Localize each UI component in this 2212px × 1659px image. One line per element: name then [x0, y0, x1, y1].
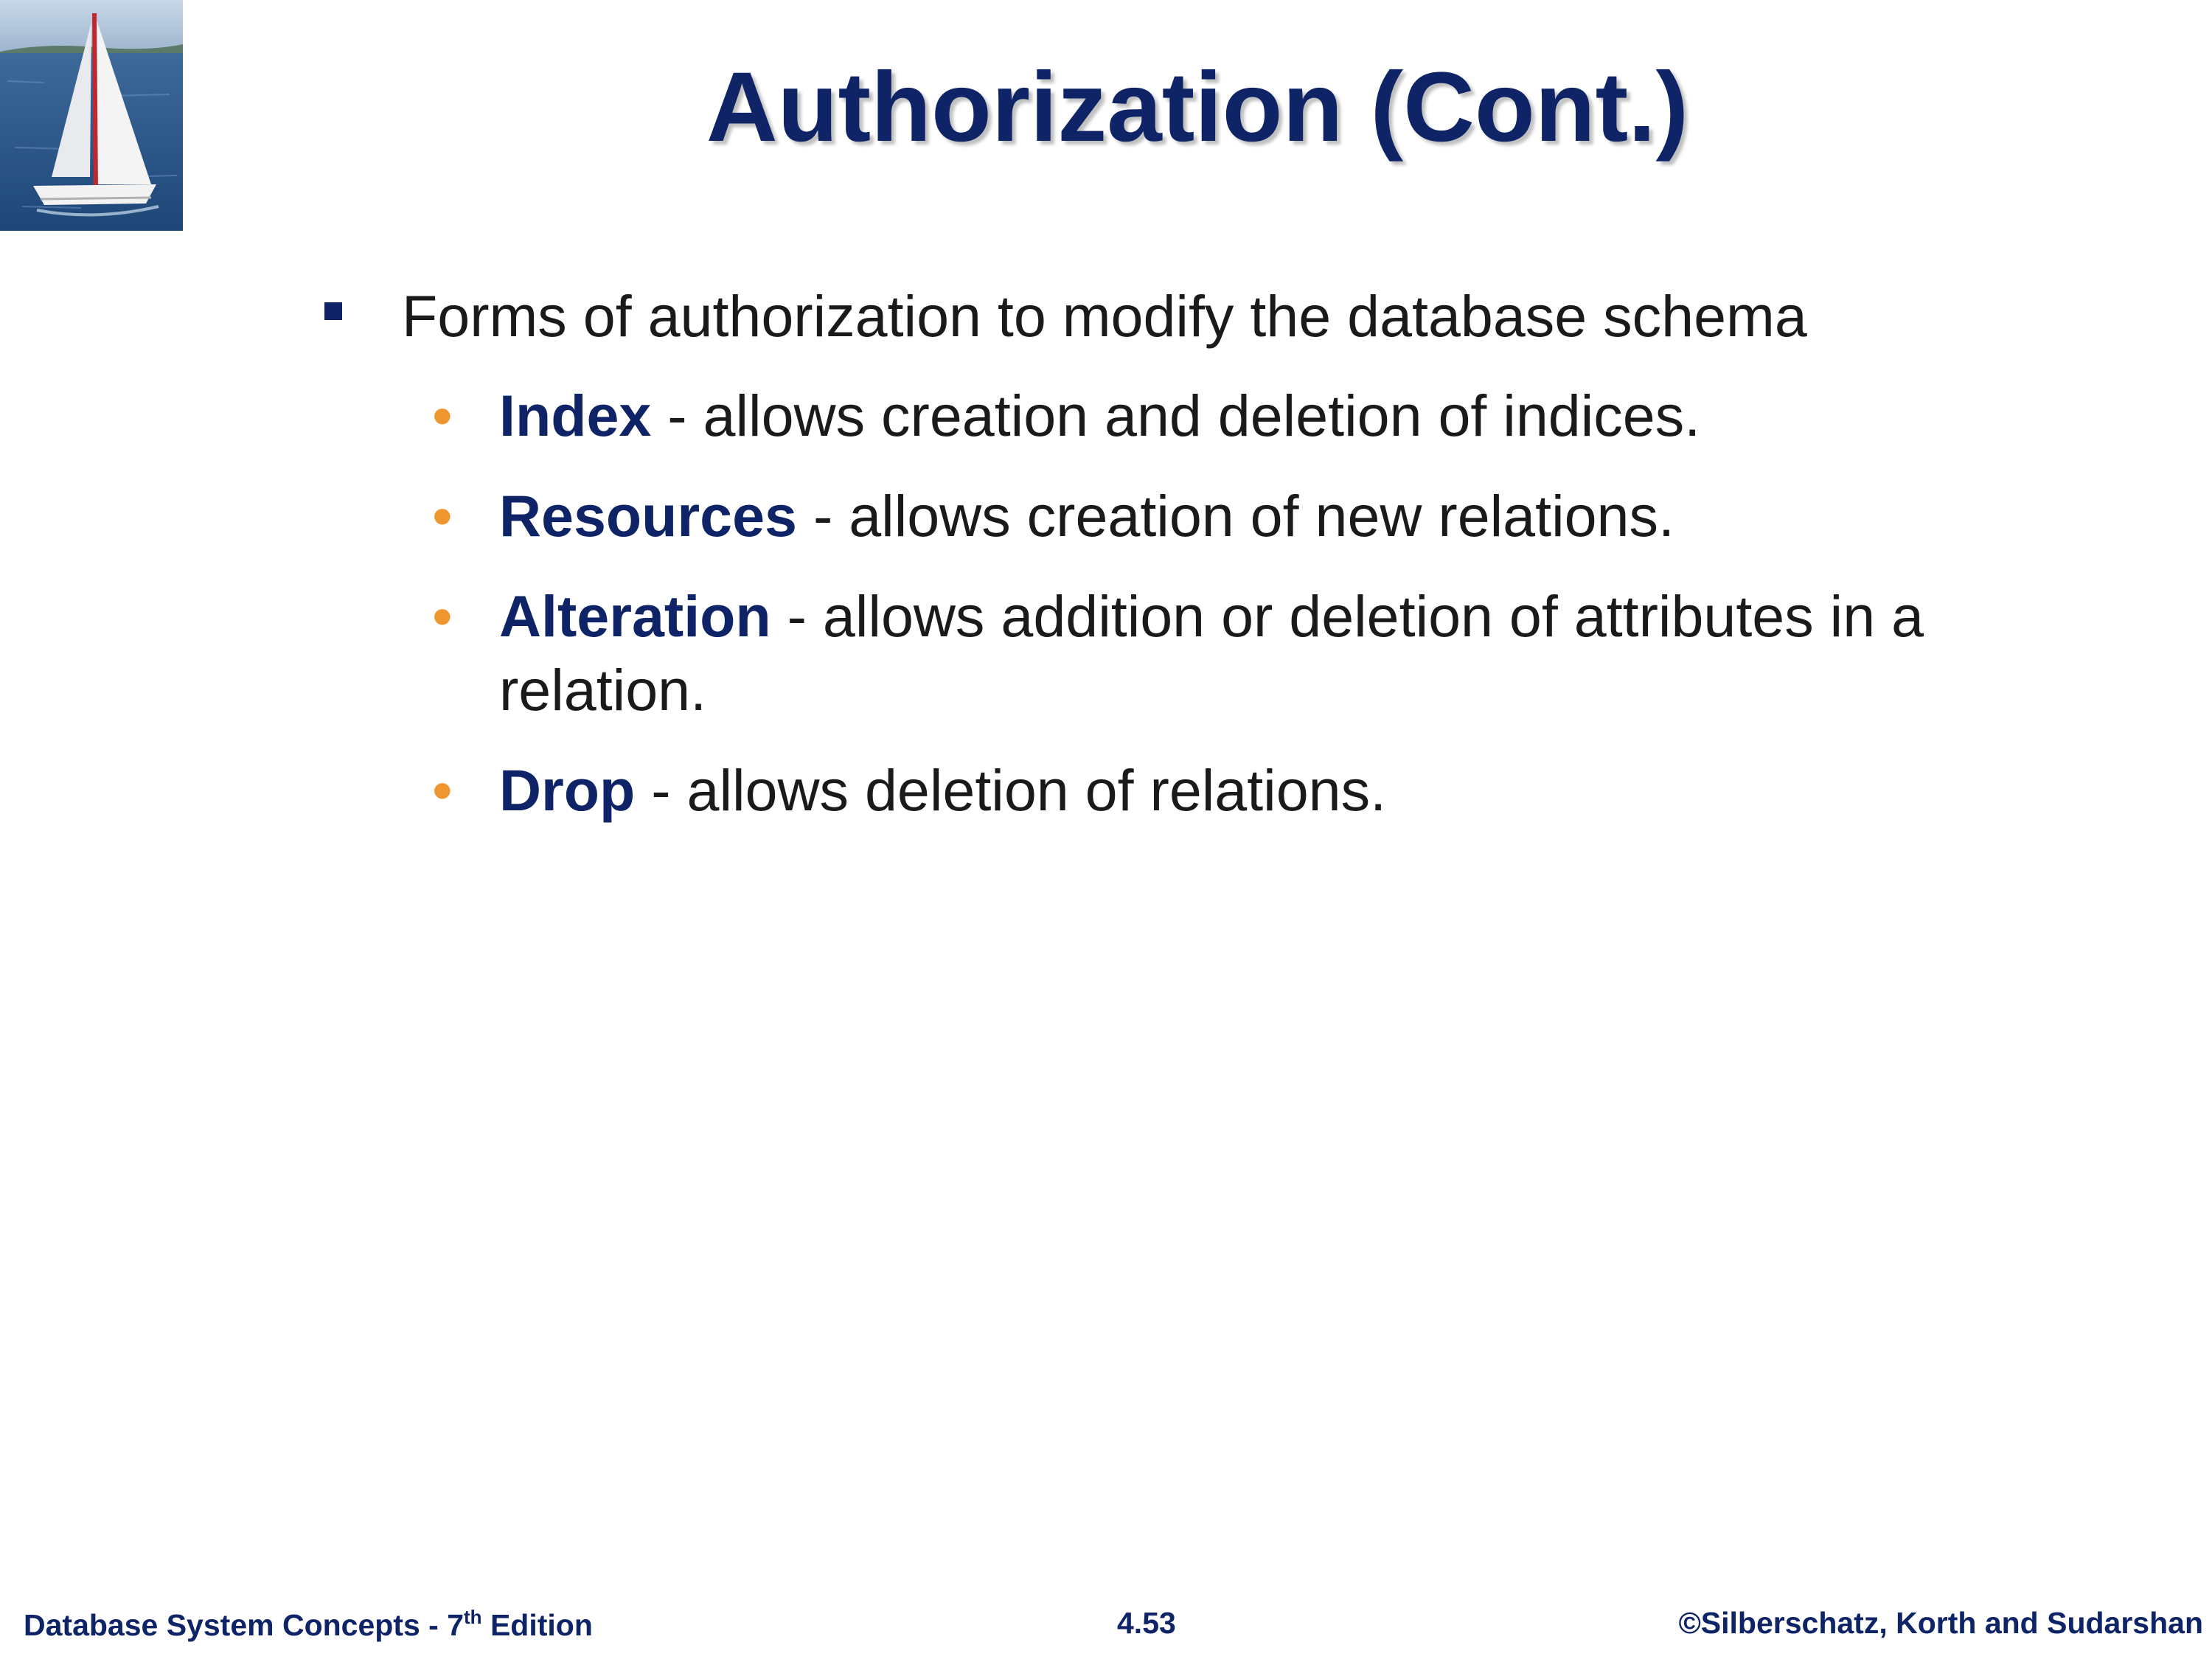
main-bullet: Forms of authorization to modify the dat… [0, 280, 2212, 352]
dot-bullet-icon: • [432, 483, 453, 549]
item-description: - allows deletion of relations. [635, 757, 1387, 823]
sailboat-logo-icon [0, 0, 183, 231]
item-term: Alteration [499, 583, 771, 649]
sub-bullet-list: • Index - allows creation and deletion o… [0, 379, 2212, 827]
slide-title: Authorization (Cont.) [706, 52, 1689, 162]
item-term: Resources [499, 483, 797, 549]
slide-content: Forms of authorization to modify the dat… [0, 280, 2212, 854]
slide-footer: Database System Concepts - 7th Edition 4… [0, 1593, 2212, 1659]
square-bullet-icon [324, 302, 342, 320]
item-term: Drop [499, 757, 636, 823]
list-item: • Resources - allows creation of new rel… [0, 479, 2212, 553]
list-item: • Alteration - allows addition or deleti… [0, 580, 2212, 727]
slide: Authorization (Cont.) Forms of authoriza… [0, 0, 2212, 1659]
list-item: • Drop - allows deletion of relations. [0, 754, 2212, 827]
dot-bullet-icon: • [432, 383, 453, 448]
footer-book-title: Database System Concepts - 7th Edition [24, 1606, 593, 1643]
footer-book-suffix: Edition [481, 1608, 593, 1642]
item-description: - allows creation and deletion of indice… [651, 383, 1701, 448]
dot-bullet-icon: • [432, 583, 453, 649]
item-description: - allows creation of new relations. [797, 483, 1674, 549]
footer-copyright: ©Silberschatz, Korth and Sudarshan [1678, 1606, 2203, 1640]
item-term: Index [499, 383, 652, 448]
footer-book-superscript: th [464, 1606, 482, 1628]
list-item: • Index - allows creation and deletion o… [0, 379, 2212, 453]
footer-book-prefix: Database System Concepts - 7 [24, 1608, 465, 1642]
main-bullet-text: Forms of authorization to modify the dat… [402, 283, 1807, 349]
footer-page-number: 4.53 [1117, 1606, 1176, 1640]
dot-bullet-icon: • [432, 757, 453, 823]
